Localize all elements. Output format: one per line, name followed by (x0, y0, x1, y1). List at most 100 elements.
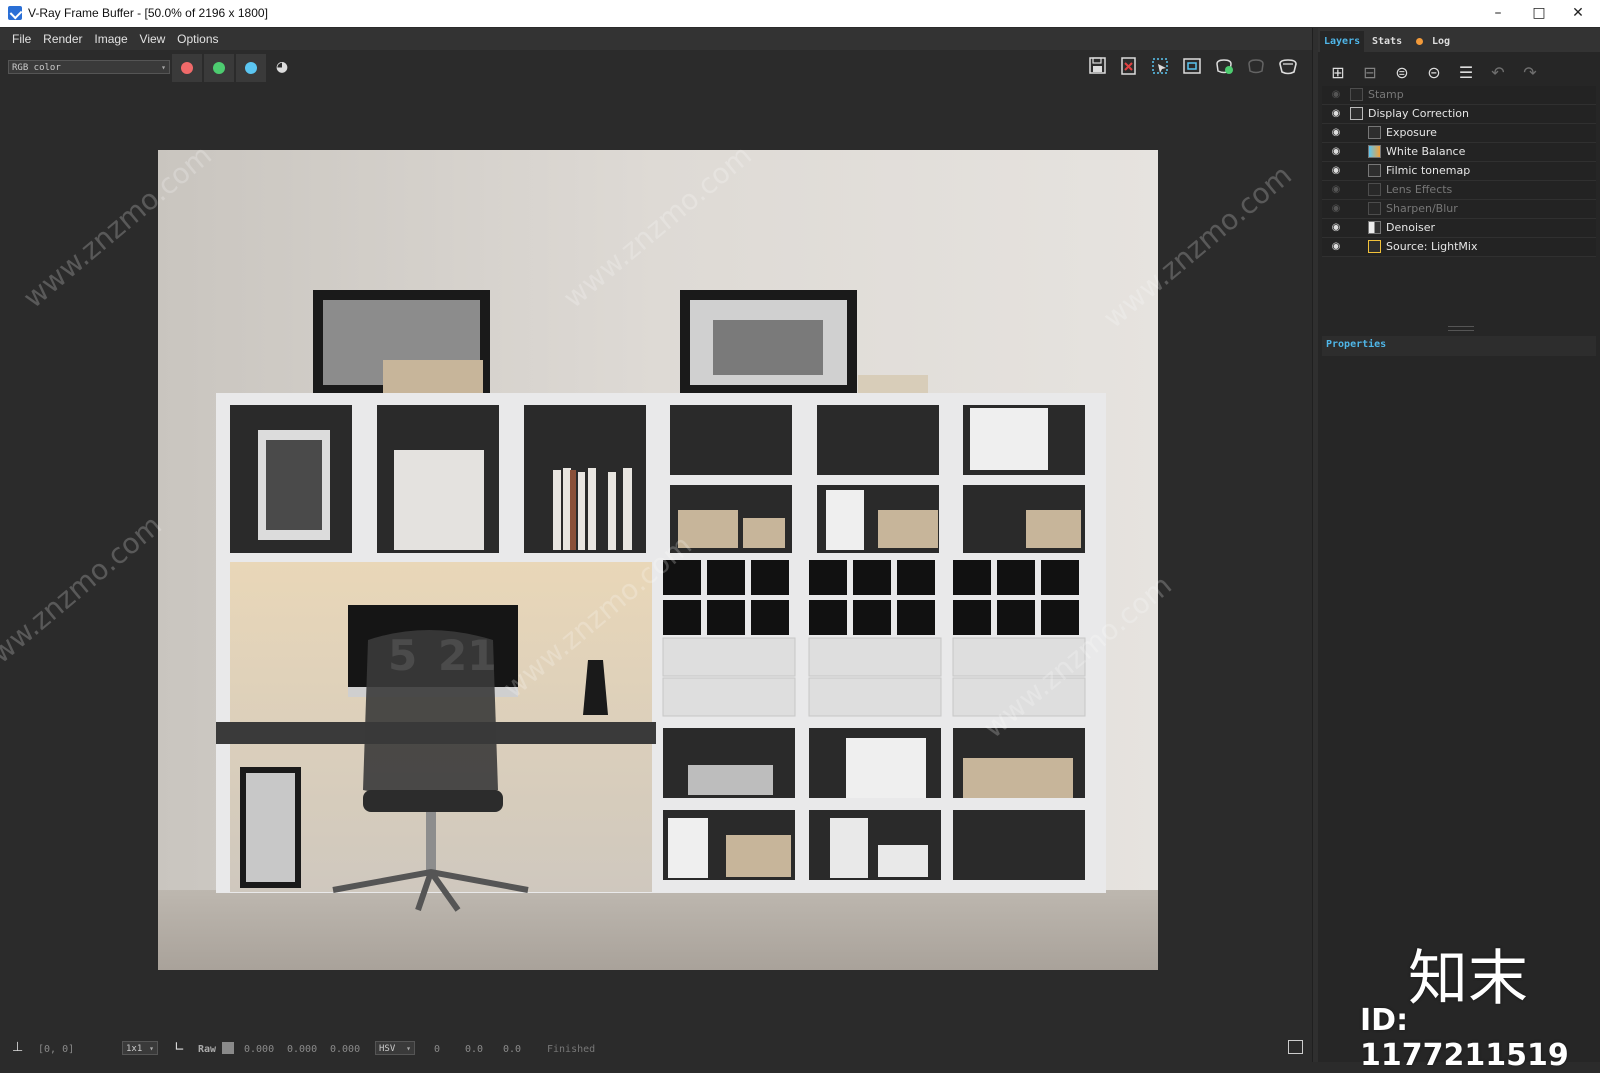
menu-bar: File Render Image View Options (0, 28, 1312, 50)
tab-log[interactable]: Log (1428, 31, 1454, 52)
lightmix-icon (1368, 240, 1381, 253)
menu-render[interactable]: Render (39, 28, 86, 50)
curve-icon[interactable]: ∟ (174, 1040, 185, 1055)
filmic-tonemap-icon (1368, 164, 1381, 177)
layer-row[interactable]: ◉ Stamp (1322, 86, 1596, 105)
region-render-icon[interactable] (1148, 56, 1172, 78)
eye-icon[interactable]: ◉ (1330, 146, 1342, 157)
panel-toggle-icon[interactable] (1288, 1040, 1303, 1054)
delete-layer-icon[interactable]: ⊟ (1358, 62, 1382, 84)
alpha-channel-icon[interactable]: ◕ (270, 56, 294, 78)
image-id: ID: 1177211519 (1360, 1003, 1569, 1073)
layer-name: Stamp (1368, 88, 1404, 101)
chevron-down-icon: ▾ (406, 1044, 411, 1053)
color-model-value: HSV (379, 1044, 396, 1054)
blue-dot-icon (245, 62, 257, 74)
layer-row[interactable]: ◉ Lens Effects (1322, 181, 1596, 200)
color-swatch (222, 1042, 234, 1054)
minimize-button[interactable]: – (1475, 0, 1521, 27)
properties-header: Properties (1322, 336, 1596, 356)
chevron-down-icon: ▾ (161, 63, 166, 72)
display-correction-icon (1350, 107, 1363, 120)
menu-options[interactable]: Options (173, 28, 222, 50)
menu-file[interactable]: File (8, 28, 35, 50)
stamp-icon (1350, 88, 1363, 101)
exposure-icon (1368, 126, 1381, 139)
eye-icon[interactable]: ◉ (1330, 203, 1342, 214)
load-layers-icon[interactable]: ⊝ (1422, 62, 1446, 84)
layer-name: Filmic tonemap (1386, 164, 1471, 177)
red-channel-toggle[interactable] (172, 54, 202, 82)
add-layer-icon[interactable]: ⊞ (1326, 62, 1350, 84)
redo-icon[interactable]: ↷ (1518, 62, 1542, 84)
render-icon[interactable] (1276, 56, 1300, 78)
properties-label: Properties (1326, 339, 1387, 350)
layer-presets-icon[interactable]: ☰ (1454, 62, 1478, 84)
layer-row[interactable]: ◉ Denoiser (1322, 219, 1596, 238)
chevron-down-icon: ▾ (149, 1044, 154, 1053)
layer-row[interactable]: ◉ Display Correction (1322, 105, 1596, 124)
layer-row[interactable]: ◉ Exposure (1322, 124, 1596, 143)
log-alert-icon (1416, 38, 1423, 45)
render-status: Finished (547, 1044, 596, 1055)
status-bar (0, 1028, 1312, 1062)
layer-name: Display Correction (1368, 107, 1469, 120)
window-title: V-Ray Frame Buffer - [50.0% of 2196 x 18… (28, 6, 268, 20)
title-bar: V-Ray Frame Buffer - [50.0% of 2196 x 18… (0, 0, 1600, 27)
h-value: 0 (434, 1044, 441, 1055)
eye-icon[interactable]: ◉ (1330, 127, 1342, 138)
color-model-select[interactable]: HSV ▾ (375, 1041, 415, 1055)
save-icon[interactable] (1086, 56, 1110, 78)
menu-image[interactable]: Image (90, 28, 131, 50)
white-balance-icon (1368, 145, 1381, 158)
channel-select[interactable]: RGB color ▾ (8, 60, 170, 74)
eye-icon[interactable]: ◉ (1330, 222, 1342, 233)
layer-name: White Balance (1386, 145, 1466, 158)
rendered-image[interactable]: 5 21 (158, 150, 1158, 970)
clear-icon[interactable] (1117, 56, 1141, 78)
layer-toolbar: ⊞ ⊟ ⊜ ⊝ ☰ ↶ ↷ (1318, 58, 1600, 86)
close-button[interactable]: ✕ (1556, 0, 1600, 27)
render-last-icon[interactable] (1212, 56, 1236, 78)
s-value: 0.0 (465, 1044, 484, 1055)
layer-row[interactable]: ◉ Filmic tonemap (1322, 162, 1596, 181)
layer-row[interactable]: ◉ White Balance (1322, 143, 1596, 162)
eye-icon[interactable]: ◉ (1330, 241, 1342, 252)
eye-icon[interactable]: ◉ (1330, 165, 1342, 176)
track-mouse-icon[interactable] (1180, 56, 1204, 78)
denoiser-icon (1368, 221, 1381, 234)
eye-icon[interactable]: ◉ (1330, 184, 1342, 195)
zoom-value: 1x1 (126, 1044, 143, 1054)
layer-name: Exposure (1386, 126, 1437, 139)
splitter-handle[interactable] (1448, 326, 1474, 331)
raw-label: Raw (198, 1044, 217, 1055)
zoom-select[interactable]: 1x1 ▾ (122, 1041, 158, 1055)
tab-stats[interactable]: Stats (1368, 31, 1406, 52)
save-layers-icon[interactable]: ⊜ (1390, 62, 1414, 84)
blue-channel-toggle[interactable] (236, 54, 266, 82)
r-value: 0.000 (244, 1044, 275, 1055)
red-dot-icon (181, 62, 193, 74)
panel-tabs: Layers Stats Log (1318, 28, 1600, 52)
b-value: 0.000 (330, 1044, 361, 1055)
sharpen-blur-icon (1368, 202, 1381, 215)
eye-icon[interactable]: ◉ (1330, 89, 1342, 100)
layer-row[interactable]: ◉ Source: LightMix (1322, 238, 1596, 257)
coords-readout: [0, 0] (38, 1044, 75, 1055)
tab-layers[interactable]: Layers (1320, 31, 1365, 52)
eye-icon[interactable]: ◉ (1330, 108, 1342, 119)
vray-app-icon (8, 6, 22, 20)
undo-icon[interactable]: ↶ (1486, 62, 1510, 84)
channel-select-value: RGB color (12, 63, 61, 73)
menu-view[interactable]: View (136, 28, 170, 50)
pixel-picker-icon[interactable]: ⊥ (12, 1040, 26, 1055)
green-channel-toggle[interactable] (204, 54, 234, 82)
layer-name: Lens Effects (1386, 183, 1453, 196)
layer-name: Denoiser (1386, 221, 1436, 234)
layer-row[interactable]: ◉ Sharpen/Blur (1322, 200, 1596, 219)
stop-render-icon[interactable] (1244, 56, 1268, 78)
g-value: 0.000 (287, 1044, 318, 1055)
layer-name: Sharpen/Blur (1386, 202, 1458, 215)
v-value: 0.0 (503, 1044, 522, 1055)
lens-effects-icon (1368, 183, 1381, 196)
